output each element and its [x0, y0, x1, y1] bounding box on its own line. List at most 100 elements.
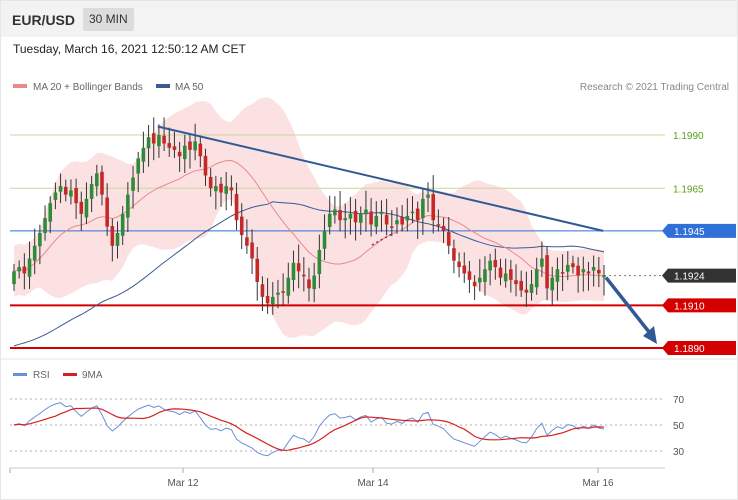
candle-body	[182, 145, 187, 160]
x-tick-label: Mar 14	[357, 478, 389, 489]
candle-body	[509, 269, 513, 280]
candle-body	[364, 209, 368, 215]
candle-body	[58, 186, 63, 192]
candle-body	[534, 269, 539, 288]
candle-body	[446, 232, 451, 246]
candle-body	[421, 198, 425, 219]
candle-body	[224, 186, 228, 194]
candle-body	[550, 277, 555, 291]
candle-body	[296, 263, 301, 272]
candle-body	[110, 226, 115, 246]
candle-body	[317, 250, 322, 275]
candle-body	[250, 242, 254, 259]
candle-body	[265, 296, 270, 304]
candle-body	[488, 260, 492, 271]
candle-body	[120, 213, 125, 236]
candle-body	[172, 146, 177, 150]
candle-body	[374, 215, 379, 227]
candle-body	[400, 217, 404, 225]
candle-body	[457, 261, 461, 268]
candle-body	[467, 271, 472, 280]
candle-body	[327, 213, 332, 227]
candle-body	[84, 198, 89, 218]
candle-body	[100, 171, 104, 195]
candle-body	[545, 255, 549, 289]
candle-body	[405, 215, 410, 221]
candle-body	[379, 211, 384, 214]
candle-body	[151, 133, 156, 144]
candle-body	[477, 277, 482, 283]
candle-body	[79, 201, 84, 214]
legend-rsi-label: RSI	[33, 370, 50, 381]
candle-body	[12, 271, 16, 285]
candle-body	[576, 265, 580, 276]
candle-body	[17, 267, 21, 272]
candle-body	[38, 232, 42, 247]
candle-body	[43, 218, 47, 233]
candle-body	[602, 275, 606, 278]
candle-body	[136, 158, 141, 174]
candle-body	[229, 187, 234, 191]
candle-body	[519, 280, 523, 291]
candle-body	[529, 284, 534, 293]
candle-body	[555, 269, 560, 282]
candle-body	[141, 147, 146, 162]
candle-body	[126, 194, 130, 218]
legend-ma20-label: MA 20 + Bollinger Bands	[33, 82, 143, 93]
candle-body	[462, 265, 467, 274]
candle-body	[198, 143, 203, 157]
candle-body	[410, 211, 415, 214]
candle-body	[234, 193, 239, 221]
rsi-9ma-line	[13, 407, 605, 451]
candle-body	[338, 210, 342, 221]
chart-canvas: MA 20 + Bollinger Bands MA 50 Research ©…	[0, 82, 738, 489]
candle-body	[514, 280, 518, 285]
candle-body	[390, 226, 394, 228]
candle-body	[369, 211, 373, 225]
candle-body	[208, 176, 213, 189]
candle-body	[276, 292, 280, 295]
candle-body	[286, 277, 291, 296]
candle-body	[503, 273, 508, 282]
candle-body	[415, 208, 420, 221]
x-tick-label: Mar 12	[167, 478, 199, 489]
rsi-tick-70: 70	[673, 395, 685, 406]
rsi-panel: 70 50 30	[10, 395, 685, 458]
candle-body	[219, 183, 223, 193]
candle-body	[384, 214, 389, 225]
candle-body	[48, 203, 53, 222]
candle-body	[270, 296, 275, 305]
x-tick-label: Mar 16	[582, 478, 614, 489]
candle-body	[431, 194, 436, 221]
candle-body	[426, 194, 430, 198]
candle-body	[22, 266, 27, 274]
candle-body	[441, 225, 446, 231]
candle-body	[63, 186, 68, 195]
legend-rsi9-label: 9MA	[82, 370, 103, 381]
legend-ma50-label: MA 50	[175, 82, 204, 93]
candle-body	[358, 213, 363, 223]
candle-body	[524, 289, 529, 293]
candle-body	[188, 141, 192, 150]
candle-body	[203, 155, 208, 176]
candle-body	[177, 151, 182, 157]
credit-label: Research © 2021 Trading Central	[580, 82, 729, 93]
candle-body	[157, 135, 161, 147]
candle-body	[498, 267, 503, 278]
level-label-1.1924: 1.1924	[674, 272, 705, 283]
candle-body	[74, 187, 78, 204]
candle-body	[483, 269, 487, 282]
rsi-tick-30: 30	[673, 447, 685, 458]
candle-body	[436, 224, 441, 226]
legend-ma50-swatch	[156, 84, 170, 88]
candle-body	[302, 274, 306, 277]
candle-body	[312, 275, 316, 290]
candle-body	[69, 190, 73, 197]
candle-body	[214, 186, 218, 192]
level-label-1.1945: 1.1945	[674, 227, 705, 238]
candle-body	[193, 141, 197, 151]
candle-body	[255, 258, 260, 282]
candle-body	[105, 197, 109, 227]
legend-rsi9-swatch	[63, 373, 77, 376]
candle-body	[53, 192, 58, 200]
